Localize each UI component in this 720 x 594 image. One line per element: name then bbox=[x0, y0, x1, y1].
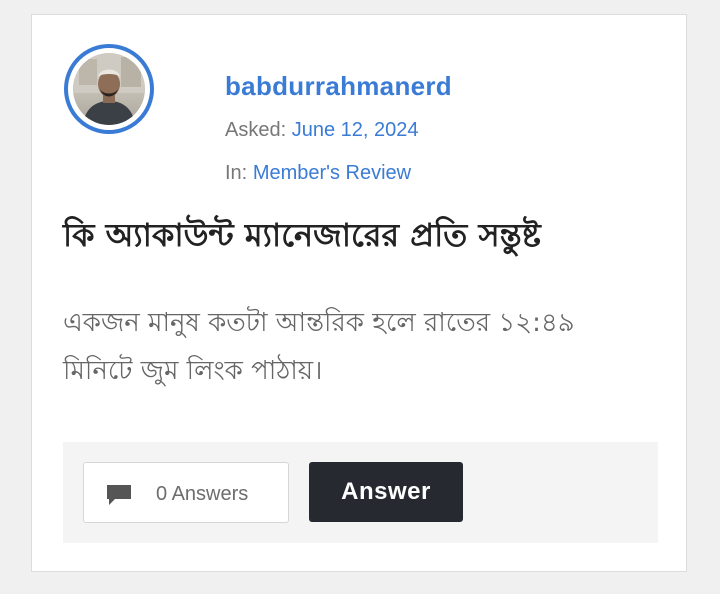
asked-meta: Asked: June 12, 2024 bbox=[225, 119, 419, 142]
question-card: babdurrahmanerd Asked: June 12, 2024 In:… bbox=[31, 14, 687, 572]
excerpt-line: একজন মানুষ কতটা আন্তরিক হলে রাতের ১২:৪৯ bbox=[63, 308, 575, 338]
avatar[interactable] bbox=[64, 44, 154, 134]
answers-count-button[interactable]: 0 Answers bbox=[83, 462, 289, 523]
answer-button[interactable]: Answer bbox=[309, 462, 463, 522]
category-label: In: bbox=[225, 162, 248, 184]
question-excerpt: একজন মানুষ কতটা আন্তরিক হলে রাতের ১২:৪৯ … bbox=[63, 299, 663, 395]
comment-icon bbox=[106, 484, 132, 506]
asked-date-link[interactable]: June 12, 2024 bbox=[292, 119, 419, 141]
category-meta: In: Member's Review bbox=[225, 162, 411, 185]
question-footer: 0 Answers Answer bbox=[63, 442, 658, 543]
answers-count-label: 0 Answers bbox=[156, 483, 249, 505]
excerpt-line: মিনিটে জুম লিংক পাঠায়। bbox=[63, 356, 323, 386]
avatar-photo bbox=[73, 53, 145, 125]
asked-label: Asked: bbox=[225, 119, 287, 141]
category-link[interactable]: Member's Review bbox=[253, 162, 411, 184]
question-title[interactable]: কি অ্যাকাউন্ট ম্যানেজারের প্রতি সন্তুষ্ট bbox=[63, 210, 541, 264]
author-username[interactable]: babdurrahmanerd bbox=[225, 71, 452, 102]
